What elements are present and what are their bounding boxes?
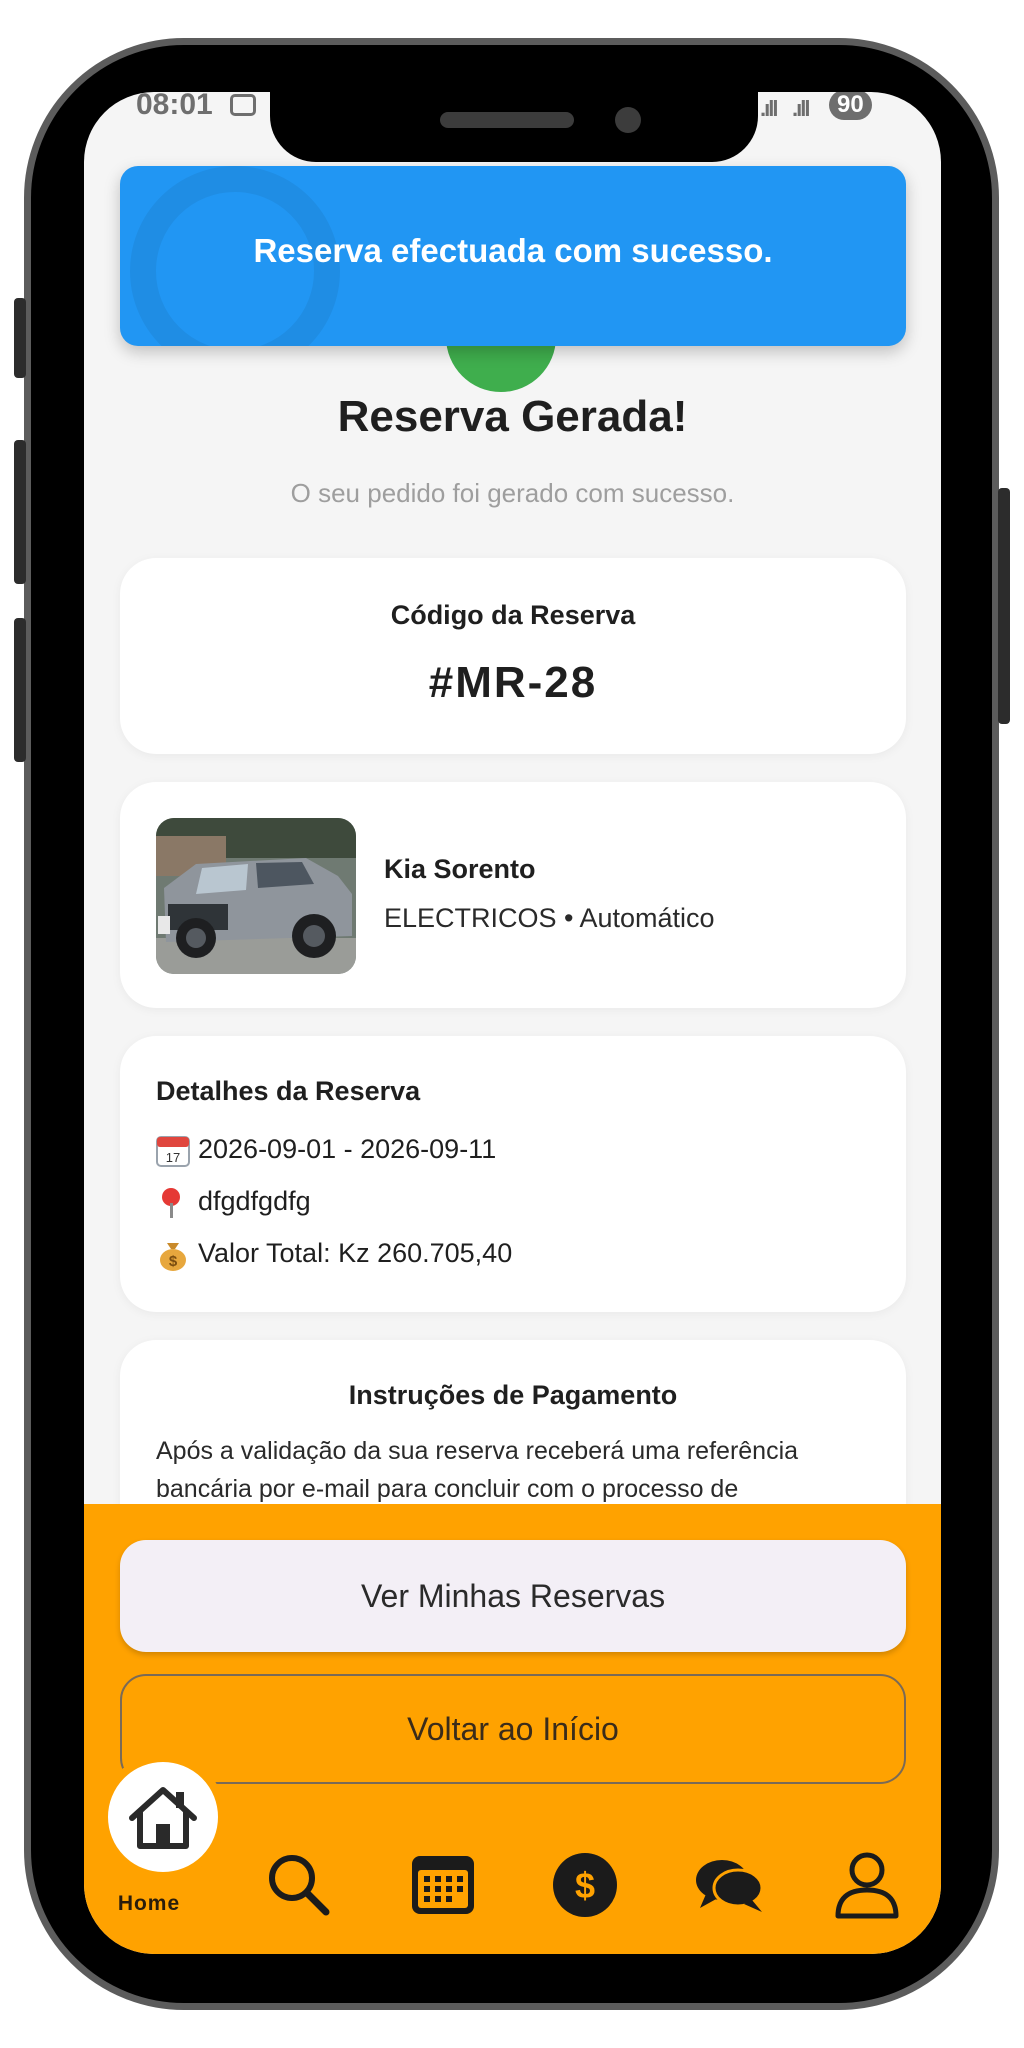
success-toast[interactable]: Reserva efectuada com sucesso. (120, 166, 906, 346)
vehicle-meta: ELECTRICOS • Automático (384, 903, 715, 933)
back-home-button[interactable]: Voltar ao Início (120, 1674, 906, 1784)
pin-icon (156, 1187, 190, 1218)
chat-icon (696, 1860, 764, 1912)
reservation-details-card: Detalhes da Reserva 17 2026-09-01 - 2026… (120, 1036, 906, 1312)
my-reservations-button[interactable]: Ver Minhas Reservas (120, 1540, 906, 1652)
reservation-code-card: Código da Reserva #MR-28 (120, 558, 906, 754)
vehicle-name: Kia Sorento (384, 854, 536, 884)
toast-message: Reserva efectuada com sucesso. (253, 232, 773, 269)
svg-text:17: 17 (166, 1150, 180, 1165)
reservation-code-value: #MR-28 (428, 658, 598, 707)
home-icon (129, 1787, 197, 1849)
tab-messages[interactable] (692, 1850, 768, 1925)
signal-icon-1: .ıll (760, 96, 779, 121)
side-button-volume-down (14, 618, 26, 762)
money-bag-icon: $ (156, 1239, 190, 1271)
payment-instructions-title: Instruções de Pagamento (348, 1380, 678, 1410)
vehicle-card: Kia Sorento ELECTRICOS • Automático (120, 782, 906, 1008)
signal-icon-2: .ıll (792, 96, 811, 121)
detail-location-text: dfgdfgdfg (198, 1186, 311, 1216)
detail-location: dfgdfgdfg (156, 1186, 311, 1218)
detail-total: $ Valor Total: Kz 260.705,40 (156, 1238, 513, 1271)
svg-text:$: $ (169, 1253, 178, 1270)
notch (270, 90, 758, 162)
tab-calendar[interactable] (408, 1850, 478, 1925)
side-button-power (998, 488, 1010, 724)
dollar-icon: $ (553, 1853, 617, 1917)
tab-home[interactable] (100, 1754, 226, 1880)
side-button-mute (14, 298, 26, 378)
status-time: 08:01 (136, 92, 213, 121)
front-camera (615, 107, 641, 133)
page-subtitle: O seu pedido foi gerado com sucesso. (290, 478, 735, 508)
screenshot-icon (230, 94, 256, 116)
calendar-tab-icon (412, 1856, 474, 1914)
app-screen: 08:01 .ıll .ıll 90 Reserva Gerada! O seu… (84, 92, 941, 1954)
tab-home-label: Home (117, 1892, 181, 1915)
tab-payments[interactable]: $ (550, 1850, 620, 1925)
side-button-volume-up (14, 440, 26, 584)
svg-text:$: $ (575, 1865, 595, 1906)
search-icon (269, 1855, 330, 1916)
calendar-icon: 17 (156, 1135, 190, 1167)
detail-dates: 17 2026-09-01 - 2026-09-11 (156, 1134, 497, 1167)
battery-indicator: 90 (829, 92, 872, 120)
detail-dates-text: 2026-09-01 - 2026-09-11 (198, 1134, 497, 1164)
tab-profile[interactable] (832, 1850, 902, 1925)
user-icon (835, 1852, 899, 1919)
speaker (440, 112, 574, 128)
tab-search[interactable] (264, 1850, 334, 1925)
reservation-code-label: Código da Reserva (390, 600, 636, 630)
detail-total-text: Valor Total: Kz 260.705,40 (198, 1238, 513, 1268)
vehicle-photo (156, 818, 356, 974)
page-title: Reserva Gerada! (337, 392, 688, 441)
payment-instructions-text: Após a validação da sua reserva receberá… (156, 1437, 799, 1503)
details-title: Detalhes da Reserva (156, 1076, 421, 1106)
